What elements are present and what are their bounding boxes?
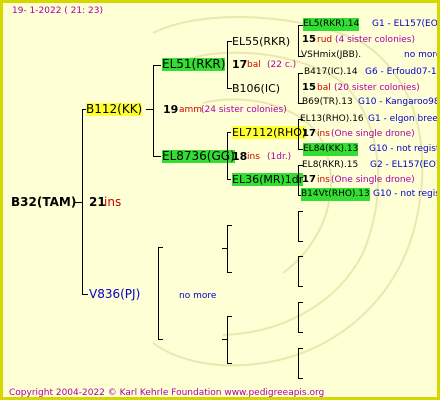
connector-gen3g	[298, 302, 299, 332]
connector-gen1b-top	[158, 247, 163, 248]
gen4-row11-suffix: ins	[317, 175, 330, 185]
gen4-el8-extra: G2 - EL157(EO)	[370, 160, 440, 170]
root-name[interactable]: B32(TAM)	[11, 196, 76, 209]
gen4-b14vt[interactable]: B14Vt(RHO).13	[301, 188, 370, 201]
footer-copyright: Copyright 2004-2022 © Karl Kehrle Founda…	[9, 388, 325, 398]
connector-gen3f-top	[298, 256, 303, 257]
gen3-el55[interactable]: EL55(RKR)	[232, 35, 290, 48]
gen4-el13[interactable]: EL13(RHO).16	[300, 113, 364, 126]
gen3-el36[interactable]: EL36(MR)1dr	[232, 173, 304, 186]
gen3-b106[interactable]: B106(IC)	[232, 82, 280, 95]
gen4-el5-extra: G1 - EL157(EO)	[372, 19, 440, 29]
connector-gen2a	[227, 41, 228, 88]
gen4-row2-note: (4 sister colonies)	[335, 35, 416, 45]
connector-gen2d-mid	[222, 339, 227, 340]
connector-gen1b	[158, 247, 159, 339]
gen2-el8736-num: 18	[232, 150, 248, 163]
gen4-row8-note: (One single drone)	[331, 129, 415, 139]
connector-gen3e-top	[298, 211, 303, 212]
connector-gen2b-bottom	[227, 179, 231, 180]
connector-gen3e-bottom	[298, 241, 303, 242]
gen4-b69-extra: G10 - Kangaroo98R	[358, 97, 440, 107]
connector-gen3g-top	[298, 302, 303, 303]
connector-gen2d-bottom	[227, 363, 232, 364]
gen4-b69[interactable]: B69(TR).13	[302, 96, 353, 109]
gen4-row11-note: (One single drone)	[331, 175, 415, 185]
root-suffix: ins	[104, 195, 122, 209]
connector-gen3d	[298, 165, 299, 195]
gen2-el51-note: (22 c.)	[267, 60, 297, 70]
connector-gen2c	[227, 225, 228, 272]
gen4-el13-extra: G1 - elgon breed	[368, 114, 440, 124]
connector-gen2c-top	[227, 225, 232, 226]
gen4-b417[interactable]: B417(IC).14	[304, 66, 358, 79]
connector-gen3c	[298, 119, 299, 149]
connector-gen3g-bottom	[298, 332, 303, 333]
gen4-row8-num: 17	[302, 128, 316, 139]
gen1-b112-suffix: amm	[179, 105, 203, 115]
gen4-row5-note: (20 sister colonies)	[334, 83, 420, 93]
connector-gen3b	[298, 73, 299, 103]
connector-gen1a-mid	[146, 109, 154, 110]
gen1-b112-num: 19	[163, 103, 179, 116]
gen1-v836-note: no more	[179, 291, 217, 301]
gen4-vshmix[interactable]: VSHmix(JBB).	[301, 49, 361, 62]
gen2-el51-suffix: bal	[247, 60, 261, 70]
gen4-row2-suffix: rud	[317, 35, 333, 45]
connector-gen3b-top	[298, 73, 303, 74]
gen4-row5-suffix: bal	[317, 83, 331, 93]
connector-gen3f	[298, 256, 299, 286]
connector-gen2c-mid	[222, 248, 227, 249]
gen4-b14vt-extra: G10 - not registe	[373, 189, 440, 199]
connector-root-mid	[75, 202, 83, 203]
connector-gen1a-bottom	[153, 156, 161, 157]
gen4-el84[interactable]: EL84(KK).13	[303, 143, 359, 156]
gen4-row11-num: 17	[302, 174, 316, 185]
gen2-el8736-suffix: ins	[247, 152, 260, 162]
connector-gen1b-bottom	[158, 339, 163, 340]
pedigree-frame: 19- 1-2022 ( 21: 23) B32(TAM) 21 ins B11…	[0, 0, 440, 400]
gen4-row8-suffix: ins	[317, 129, 330, 139]
gen3-el7112[interactable]: EL7112(RHO)	[232, 126, 307, 139]
connector-gen2b-top	[227, 132, 231, 133]
gen1-b112-note: (24 sister colonies)	[201, 105, 287, 115]
gen1-v836[interactable]: V836(PJ)	[89, 288, 140, 301]
connector-root-bottom	[82, 294, 88, 295]
connector-gen3f-bottom	[298, 286, 303, 287]
connector-gen2b	[227, 132, 228, 179]
connector-gen1a	[153, 65, 154, 156]
connector-gen2d	[227, 316, 228, 363]
gen4-vshmix-extra: no more	[404, 50, 440, 60]
connector-gen2c-bottom	[227, 272, 232, 273]
gen2-el51[interactable]: EL51(RKR)	[162, 58, 226, 71]
header-date: 19- 1-2022 ( 21: 23)	[12, 6, 103, 16]
gen4-el84-extra: G10 - not registe	[369, 144, 440, 154]
gen4-row5-num: 15	[302, 82, 316, 93]
gen4-row2-num: 15	[302, 34, 316, 45]
gen4-el8[interactable]: EL8(RKR).15	[302, 159, 358, 172]
gen1-b112[interactable]: B112(KK)	[86, 103, 143, 116]
gen4-el5[interactable]: EL5(RKR).14	[303, 18, 360, 31]
connector-gen3h-bottom	[298, 378, 303, 379]
connector-gen3e	[298, 211, 299, 241]
gen2-el51-num: 17	[232, 58, 248, 71]
connector-gen3a	[298, 25, 299, 56]
gen4-b417-extra: G6 - Erfoud07-1Q	[365, 67, 440, 77]
gen2-el8736-note: (1dr.)	[267, 152, 292, 162]
connector-gen3h	[298, 348, 299, 378]
connector-gen2d-top	[227, 316, 232, 317]
connector-gen1a-top	[153, 65, 161, 66]
gen2-el8736[interactable]: EL8736(GG)	[162, 150, 235, 163]
connector-gen3h-top	[298, 348, 303, 349]
